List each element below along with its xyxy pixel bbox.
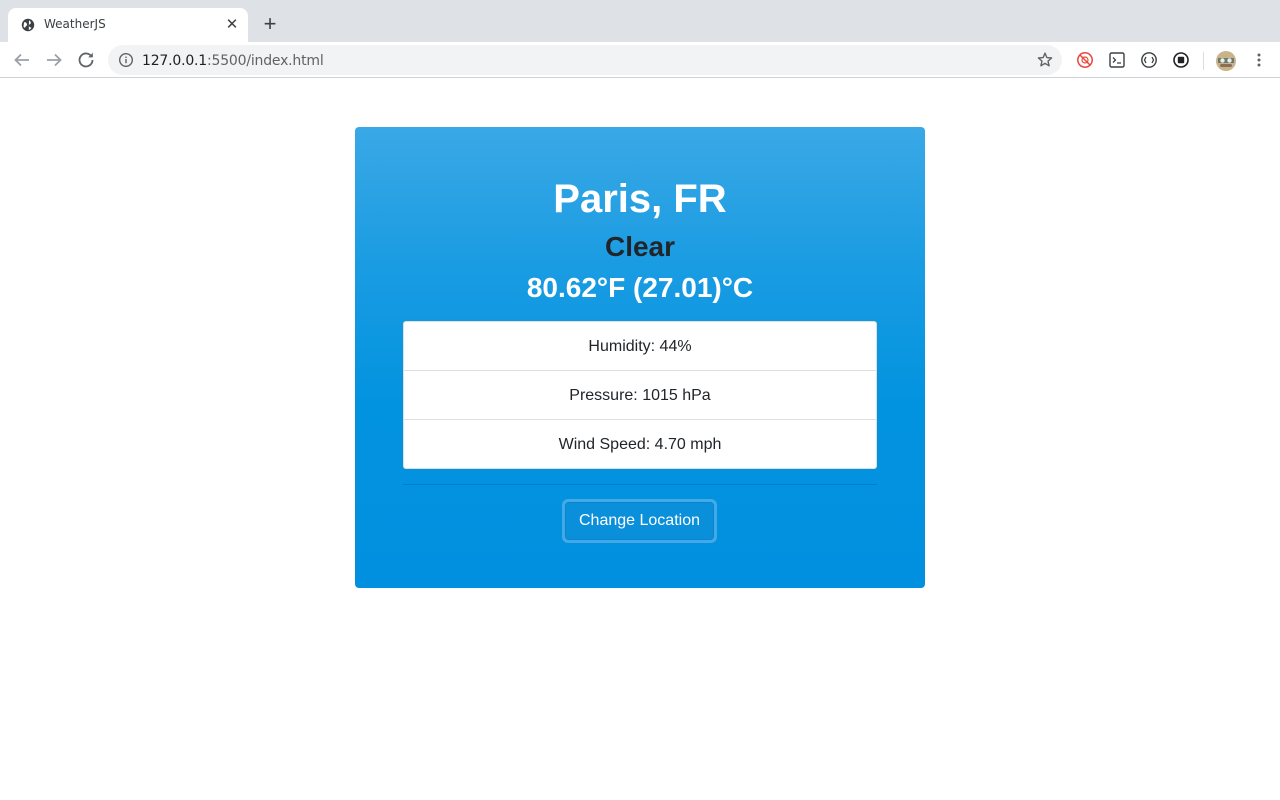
star-icon[interactable] xyxy=(1036,51,1054,69)
tab-strip: WeatherJS ✕ + xyxy=(0,0,1280,42)
weather-card: Paris, FR Clear 80.62°F (27.01)°C Humidi… xyxy=(355,127,925,588)
temperature: 80.62°F (27.01)°C xyxy=(526,272,754,303)
humidity-item: Humidity: 44% xyxy=(404,322,876,371)
forward-icon[interactable] xyxy=(42,48,66,72)
weather-description: Clear xyxy=(604,231,676,262)
url-host: 127.0.0.1 xyxy=(142,53,207,69)
change-location-button[interactable]: Change Location xyxy=(565,502,714,540)
wind-speed-item: Wind Speed: 4.70 mph xyxy=(558,436,722,453)
close-icon[interactable]: ✕ xyxy=(224,17,240,33)
plus-icon[interactable]: + xyxy=(258,12,282,36)
extension-icon[interactable] xyxy=(1172,51,1190,69)
pressure-item: Pressure: 1015 hPa xyxy=(404,371,876,420)
tab-title: WeatherJS xyxy=(44,17,106,31)
address-bar[interactable]: 127.0.0.1:5500/index.html xyxy=(108,45,1062,75)
back-icon[interactable] xyxy=(10,48,34,72)
browser-toolbar: 127.0.0.1:5500/index.html xyxy=(0,42,1280,78)
location-heading: Paris, FR xyxy=(553,177,727,221)
divider xyxy=(403,484,877,485)
browser-tab[interactable]: WeatherJS ✕ xyxy=(8,8,248,42)
extension-icon[interactable] xyxy=(1076,51,1094,69)
extension-icon[interactable] xyxy=(1108,51,1126,69)
info-icon[interactable] xyxy=(118,52,134,68)
menu-icon[interactable] xyxy=(1250,51,1268,69)
url-path: :5500/index.html xyxy=(207,53,324,69)
url-text[interactable]: 127.0.0.1:5500/index.html xyxy=(142,53,324,69)
details-list: Humidity: 44% Pressure: 1015 hPa Wind Sp… xyxy=(403,321,877,469)
extension-icon[interactable] xyxy=(1140,51,1158,69)
profile-avatar[interactable] xyxy=(1215,50,1237,72)
reload-icon[interactable] xyxy=(74,48,98,72)
button-focus-ring: Change Location xyxy=(562,499,717,543)
toolbar-divider xyxy=(1203,52,1204,70)
globe-icon xyxy=(21,18,35,32)
